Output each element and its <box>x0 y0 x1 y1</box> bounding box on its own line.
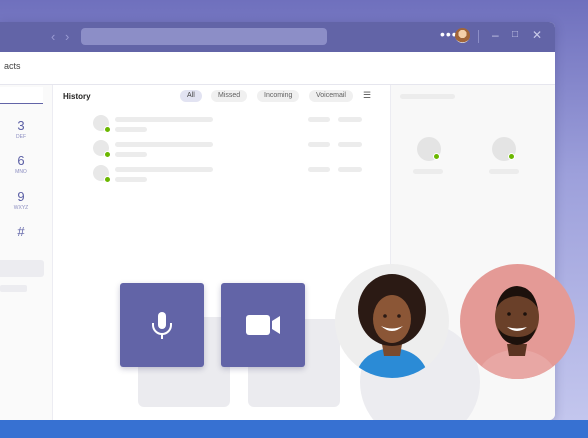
presence-available-icon <box>104 176 111 183</box>
tab-contacts[interactable]: acts <box>4 61 21 71</box>
time-placeholder <box>308 167 330 172</box>
dial-key-letters: MNO <box>15 169 27 175</box>
participant-woman-avatar <box>335 264 449 378</box>
titlebar-divider <box>478 30 479 43</box>
sub-header: acts <box>0 52 555 85</box>
detail-placeholder <box>115 177 147 182</box>
dial-key-number: 3 <box>17 118 25 133</box>
minimize-button[interactable]: – <box>492 28 499 42</box>
time-placeholder <box>308 117 330 122</box>
name-placeholder <box>115 167 213 172</box>
filter-voicemail[interactable]: Voicemail <box>309 90 353 102</box>
back-arrow-icon[interactable]: ‹ <box>51 29 55 44</box>
video-camera-button[interactable] <box>221 283 305 367</box>
maximize-button[interactable]: □ <box>512 29 518 40</box>
search-bar[interactable] <box>81 28 327 45</box>
bottom-banner <box>0 420 588 438</box>
placeholder-bar <box>0 285 27 292</box>
time-placeholder <box>338 117 362 122</box>
name-placeholder <box>115 117 213 122</box>
dial-pad: 3 DEF 6 MNO 9 WXYZ # <box>0 85 53 420</box>
dial-key-6[interactable]: 6 MNO <box>0 153 42 175</box>
dial-key-number: # <box>17 224 25 239</box>
microphone-icon <box>152 312 172 339</box>
name-placeholder <box>413 169 443 174</box>
filter-missed[interactable]: Missed <box>211 90 248 102</box>
profile-avatar[interactable] <box>455 28 470 43</box>
dial-key-3[interactable]: 3 DEF <box>0 118 42 140</box>
filter-all[interactable]: All <box>180 90 202 102</box>
presence-available-icon <box>104 126 111 133</box>
dial-key-number: 9 <box>17 189 25 204</box>
dial-key-hash[interactable]: # <box>0 224 42 239</box>
title-bar: ‹ › ••• – □ ✕ <box>0 22 555 52</box>
dial-key-number: 6 <box>17 153 25 168</box>
dial-input[interactable] <box>0 87 43 104</box>
time-placeholder <box>338 142 362 147</box>
filter-icon[interactable]: ☰ <box>363 90 371 101</box>
dial-key-letters: WXYZ <box>13 205 29 211</box>
name-placeholder <box>115 142 213 147</box>
participant-man-avatar <box>460 264 575 379</box>
participant-woman-image <box>355 274 429 378</box>
video-camera-icon <box>246 315 280 335</box>
call-button-placeholder[interactable] <box>0 260 44 277</box>
presence-available-icon <box>433 153 440 160</box>
microphone-button[interactable] <box>120 283 204 367</box>
dial-key-9[interactable]: 9 WXYZ <box>0 189 42 211</box>
presence-available-icon <box>104 151 111 158</box>
history-title: History <box>63 92 91 101</box>
close-button[interactable]: ✕ <box>532 28 542 42</box>
detail-placeholder <box>115 127 147 132</box>
time-placeholder <box>308 142 330 147</box>
presence-available-icon <box>508 153 515 160</box>
dial-key-letters: DEF <box>16 134 26 140</box>
filter-incoming[interactable]: Incoming <box>257 90 300 102</box>
header-placeholder <box>400 94 455 99</box>
participant-man-image <box>476 286 558 379</box>
detail-placeholder <box>115 152 147 157</box>
forward-arrow-icon[interactable]: › <box>65 29 69 44</box>
time-placeholder <box>338 167 362 172</box>
name-placeholder <box>489 169 519 174</box>
